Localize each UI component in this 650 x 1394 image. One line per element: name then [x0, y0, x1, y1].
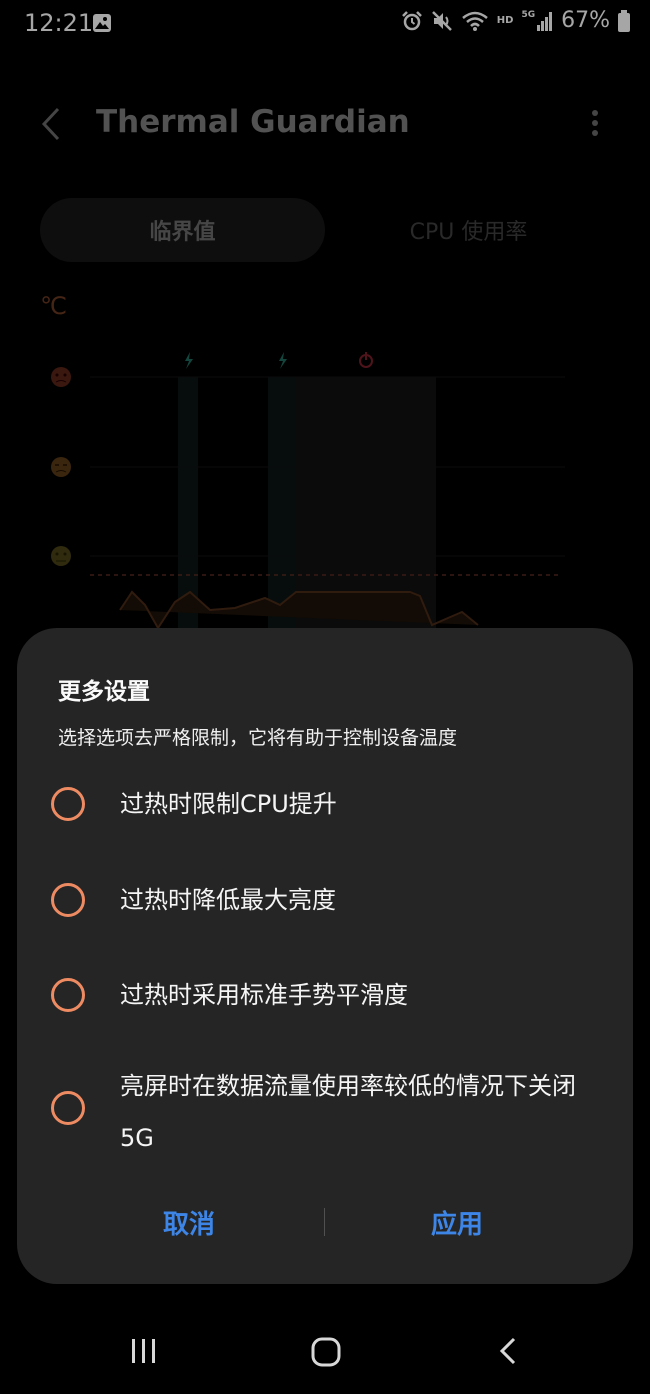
option-label: 过热时采用标准手势平滑度 [120, 981, 408, 1009]
radio-button[interactable] [51, 883, 85, 917]
option-limit-cpu-boost[interactable]: 过热时限制CPU提升 [17, 780, 633, 828]
recent-apps-icon[interactable] [130, 1336, 158, 1370]
cancel-button[interactable]: 取消 [41, 1194, 341, 1250]
radio-button[interactable] [51, 978, 85, 1012]
dialog-buttons: 取消 应用 [17, 1194, 633, 1250]
home-icon[interactable] [310, 1336, 342, 1372]
more-settings-dialog: 更多设置 选择选项去严格限制，它将有助于控制设备温度 过热时限制CPU提升 过热… [17, 628, 633, 1284]
radio-button[interactable] [51, 1091, 85, 1125]
apply-button[interactable]: 应用 [325, 1194, 625, 1250]
option-label: 过热时降低最大亮度 [120, 886, 336, 914]
option-label: 亮屏时在数据流量使用率较低的情况下关闭5G [120, 1072, 576, 1152]
radio-button[interactable] [51, 787, 85, 821]
option-reduce-brightness[interactable]: 过热时降低最大亮度 [17, 876, 633, 924]
option-standard-gesture-smoothness[interactable]: 过热时采用标准手势平滑度 [17, 971, 633, 1019]
navigation-bar [0, 1310, 650, 1394]
option-label: 过热时限制CPU提升 [120, 790, 337, 818]
option-disable-5g[interactable]: 亮屏时在数据流量使用率较低的情况下关闭5G [17, 1060, 633, 1160]
back-icon[interactable] [496, 1336, 520, 1370]
dialog-title: 更多设置 [58, 679, 150, 705]
dialog-description: 选择选项去严格限制，它将有助于控制设备温度 [58, 727, 458, 749]
